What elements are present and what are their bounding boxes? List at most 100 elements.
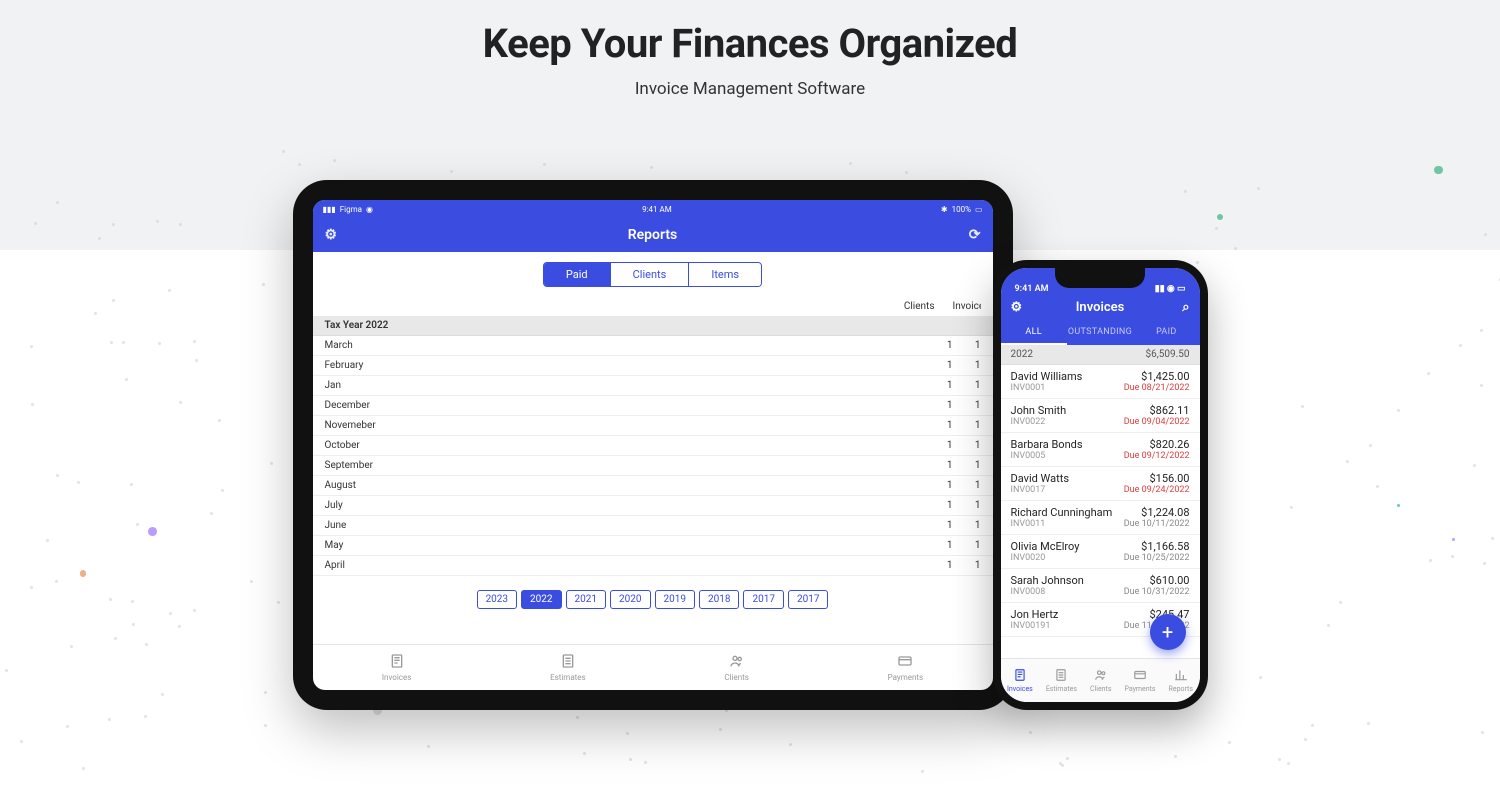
row-invoices: 1 [953, 560, 981, 571]
tab-clients[interactable]: Clients [1090, 668, 1111, 693]
tab-estimates[interactable]: Estimates [1046, 668, 1077, 693]
table-row[interactable]: Jan11 [313, 376, 993, 396]
row-label: July [325, 500, 913, 511]
invoice-client: David Williams [1011, 370, 1083, 383]
invoices-icon [1013, 668, 1027, 684]
invoice-due: Due 09/04/2022 [1124, 417, 1190, 427]
filter-outstanding[interactable]: OUTSTANDING [1067, 321, 1133, 345]
invoice-number: INV0017 [1011, 485, 1070, 495]
year-summary: 2022 $6,509.50 [1001, 345, 1200, 365]
row-clients: 1 [913, 460, 953, 471]
year-2018[interactable]: 2018 [699, 590, 739, 609]
table-row[interactable]: June11 [313, 516, 993, 536]
invoice-row[interactable]: David WattsINV0017$156.00Due 09/24/2022 [1001, 467, 1200, 501]
add-invoice-fab[interactable]: + [1150, 614, 1186, 650]
table-row[interactable]: September11 [313, 456, 993, 476]
tab-payments[interactable]: Payments [888, 653, 924, 682]
table-row[interactable]: April11 [313, 556, 993, 576]
year-2019[interactable]: 2019 [655, 590, 695, 609]
tab-reports[interactable]: Reports [1169, 668, 1193, 693]
filter-tabs: ALLOUTSTANDINGPAID [1001, 321, 1200, 345]
invoice-row[interactable]: Richard CunninghamINV0011$1,224.08Due 10… [1001, 501, 1200, 535]
invoice-client: Olivia McElroy [1011, 540, 1080, 553]
row-invoices: 1 [953, 400, 981, 411]
status-icons: ▮▮ ◉ ▭ [1155, 284, 1186, 294]
col-clients: Clients [895, 301, 935, 312]
invoice-row[interactable]: Barbara BondsINV0005$820.26Due 09/12/202… [1001, 433, 1200, 467]
invoice-number: INV0022 [1011, 417, 1067, 427]
year-2023[interactable]: 2023 [477, 590, 517, 609]
segment-items[interactable]: Items [689, 263, 761, 286]
table-row[interactable]: October11 [313, 436, 993, 456]
filter-all[interactable]: ALL [1001, 321, 1067, 345]
invoice-number: INV0005 [1011, 451, 1083, 461]
segment-clients[interactable]: Clients [611, 263, 690, 286]
invoice-due: Due 10/31/2022 [1124, 587, 1190, 597]
tab-payments[interactable]: Payments [1124, 668, 1155, 693]
tab-label: Payments [888, 673, 924, 682]
row-invoices: 1 [953, 440, 981, 451]
col-invoices: Invoices [953, 301, 981, 312]
row-label: Jan [325, 380, 913, 391]
invoice-client: John Smith [1011, 404, 1067, 417]
table-row[interactable]: Novemeber11 [313, 416, 993, 436]
tab-invoices[interactable]: Invoices [382, 653, 411, 682]
tab-label: Reports [1169, 685, 1193, 693]
status-time: 9:41 AM [1015, 284, 1049, 294]
filter-paid[interactable]: PAID [1133, 321, 1199, 345]
tab-invoices[interactable]: Invoices [1007, 668, 1033, 693]
notch [1055, 268, 1145, 288]
gear-icon[interactable]: ⚙ [1011, 300, 1023, 315]
segment-paid[interactable]: Paid [544, 263, 611, 286]
row-clients: 1 [913, 520, 953, 531]
iphone-header: ⚙ Invoices ⌕ [1001, 296, 1200, 321]
row-clients: 1 [913, 340, 953, 351]
invoice-row[interactable]: David WilliamsINV0001$1,425.00Due 08/21/… [1001, 365, 1200, 399]
invoice-amount: $610.00 [1150, 574, 1190, 587]
carrier-label: Figma [340, 205, 362, 214]
section-header: Tax Year 2022 [313, 316, 993, 336]
invoice-amount: $862.11 [1150, 404, 1190, 417]
row-clients: 1 [913, 500, 953, 511]
invoice-number: INV0011 [1011, 519, 1113, 529]
row-invoices: 1 [953, 540, 981, 551]
table-row[interactable]: August11 [313, 476, 993, 496]
invoice-amount: $820.26 [1150, 438, 1190, 451]
status-time: 9:41 AM [642, 205, 672, 214]
gear-icon[interactable]: ⚙ [325, 227, 338, 243]
tab-estimates[interactable]: Estimates [550, 653, 586, 682]
invoice-row[interactable]: Sarah JohnsonINV0008$610.00Due 10/31/202… [1001, 569, 1200, 603]
ipad-header: ⚙ Reports ⟳ [313, 218, 993, 252]
sync-icon[interactable]: ⟳ [969, 227, 981, 243]
wifi-icon: ◉ [366, 205, 373, 214]
invoice-number: INV0001 [1011, 383, 1083, 393]
summary-year: 2022 [1011, 349, 1033, 360]
iphone-tabbar: Invoices Estimates Clients Payments Reports [1001, 658, 1200, 702]
year-2021[interactable]: 2021 [566, 590, 606, 609]
iphone-device: 9:41 AM ▮▮ ◉ ▭ ⚙ Invoices ⌕ ALLOUTSTANDI… [993, 260, 1208, 710]
tab-label: Payments [1124, 685, 1155, 693]
year-2017[interactable]: 2017 [743, 590, 783, 609]
tab-clients[interactable]: Clients [724, 653, 749, 682]
table-row[interactable]: May11 [313, 536, 993, 556]
row-invoices: 1 [953, 380, 981, 391]
year-2022[interactable]: 2022 [521, 590, 561, 609]
bluetooth-icon: ✱ [941, 205, 948, 214]
year-2017[interactable]: 2017 [788, 590, 828, 609]
invoice-row[interactable]: John SmithINV0022 $862.11Due 09/04/2022 [1001, 399, 1200, 433]
hero-section: Keep Your Finances Organized Invoice Man… [0, 0, 1500, 99]
table-row[interactable]: July11 [313, 496, 993, 516]
hero-subtitle: Invoice Management Software [0, 79, 1500, 99]
year-2020[interactable]: 2020 [610, 590, 650, 609]
table-row[interactable]: February11 [313, 356, 993, 376]
invoice-amount: $1,166.58 [1141, 540, 1189, 553]
row-clients: 1 [913, 440, 953, 451]
segment-control: PaidClientsItems [543, 262, 762, 287]
search-icon[interactable]: ⌕ [1182, 300, 1189, 315]
invoice-row[interactable]: Olivia McElroyINV0020$1,166.58Due 10/25/… [1001, 535, 1200, 569]
table-row[interactable]: December11 [313, 396, 993, 416]
table-row[interactable]: March11 [313, 336, 993, 356]
invoice-due: Due 10/11/2022 [1124, 519, 1190, 529]
ipad-status-bar: ▮▮▮Figma◉ 9:41 AM ✱100%▭ [313, 200, 993, 218]
row-invoices: 1 [953, 520, 981, 531]
